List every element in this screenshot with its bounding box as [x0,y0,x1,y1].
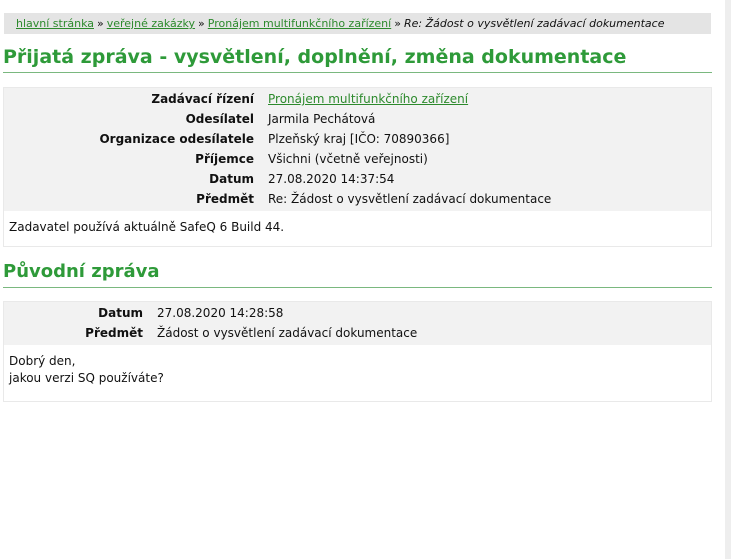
original-message-title: Původní zpráva [3,259,712,288]
meta-label: Datum [209,172,254,186]
breadcrumb-tender-link[interactable]: Pronájem multifunkčního zařízení [208,17,391,30]
original-message-body: Dobrý den, jakou verzi SQ používáte? [4,345,711,395]
meta-value: Jarmila Pechátová [268,112,376,126]
breadcrumb-separator: » [97,17,104,30]
meta-row-subject: Předmět Re: Žádost o vysvětlení zadávací… [4,189,711,209]
meta-value: 27.08.2020 14:28:58 [157,306,284,320]
original-message-meta: Datum 27.08.2020 14:28:58 Předmět Žádost… [4,302,711,345]
meta-row-sender: Odesílatel Jarmila Pechátová [4,109,711,129]
breadcrumb: hlavní stránka» veřejné zakázky» Pronájem … [4,13,711,34]
meta-value: Plzeňský kraj [IČO: 70890366] [268,132,450,146]
meta-row-date: Datum 27.08.2020 14:37:54 [4,169,711,189]
meta-row-tender: Zadávací řízení Pronájem multifunkčního … [4,89,711,109]
breadcrumb-current: Re: Žádost o vysvětlení zadávací dokumen… [403,17,665,30]
breadcrumb-home-link[interactable]: hlavní stránka [16,17,94,30]
breadcrumb-tenders-link[interactable]: veřejné zakázky [107,17,195,30]
meta-value: Všichni (včetně veřejnosti) [268,152,428,166]
meta-label: Příjemce [195,152,254,166]
meta-label: Předmět [196,192,254,206]
meta-row-organization: Organizace odesílatele Plzeňský kraj [IČ… [4,129,711,149]
received-message-meta: Zadávací řízení Pronájem multifunkčního … [4,88,711,211]
meta-row-subject: Předmět Žádost o vysvětlení zadávací dok… [4,323,711,343]
meta-label: Organizace odesílatele [99,132,254,146]
breadcrumb-separator: » [198,17,205,30]
meta-value: Re: Žádost o vysvětlení zadávací dokumen… [268,192,552,206]
meta-label: Zadávací řízení [151,92,254,106]
breadcrumb-separator: » [394,17,401,30]
original-message-panel: Datum 27.08.2020 14:28:58 Předmět Žádost… [3,301,712,402]
received-message-panel: Zadávací řízení Pronájem multifunkčního … [3,87,712,247]
received-message-body: Zadavatel používá aktuálně SafeQ 6 Build… [9,220,285,234]
meta-row-date: Datum 27.08.2020 14:28:58 [4,303,711,323]
meta-value: Žádost o vysvětlení zadávací dokumentace [157,326,418,340]
tender-link[interactable]: Pronájem multifunkčního zařízení [268,92,468,106]
meta-value: 27.08.2020 14:37:54 [268,172,395,186]
meta-label: Odesílatel [185,112,254,126]
scrollbar[interactable] [725,0,731,559]
original-body-line: jakou verzi SQ používáte? [9,371,164,385]
meta-label: Předmět [85,326,143,340]
page-title: Přijatá zpráva - vysvětlení, doplnění, z… [3,44,712,73]
meta-row-recipient: Příjemce Všichni (včetně veřejnosti) [4,149,711,169]
original-body-line: Dobrý den, [9,354,76,368]
meta-label: Datum [98,306,143,320]
